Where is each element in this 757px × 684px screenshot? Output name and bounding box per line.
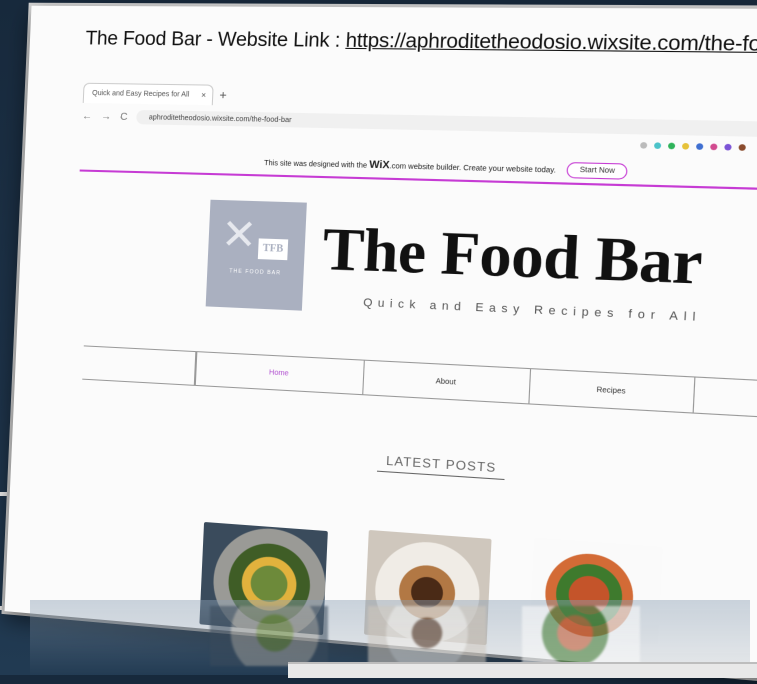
avatar[interactable] — [738, 144, 745, 151]
site-title: The Food Bar — [321, 214, 704, 299]
extension-icon[interactable] — [654, 142, 661, 149]
site-menu: Home About Recipes — [82, 345, 757, 420]
tab-title: Quick and Easy Recipes for All — [92, 90, 189, 99]
section-heading: LATEST POSTS — [377, 453, 506, 480]
extension-icon[interactable] — [682, 143, 689, 150]
extension-icon[interactable] — [668, 143, 675, 150]
caption-label: The Food Bar - Website Link : — [85, 28, 346, 52]
extension-icon[interactable] — [696, 143, 703, 150]
site-logo[interactable]: TFB THE FOOD BAR — [206, 200, 307, 311]
logo-initials: TFB — [258, 238, 288, 260]
browser-tab[interactable]: Quick and Easy Recipes for All × — [83, 83, 214, 105]
caption: The Food Bar - Website Link : https://ap… — [85, 28, 757, 58]
address-text: aphroditetheodosio.wixsite.com/the-food-… — [149, 114, 292, 124]
screenshot-card: The Food Bar - Website Link : https://ap… — [5, 6, 757, 684]
menu-item-recipes[interactable]: Recipes — [529, 369, 695, 412]
nav-row: ← → C aphroditetheodosio.wixsite.com/the… — [82, 105, 757, 143]
address-bar[interactable]: aphroditetheodosio.wixsite.com/the-food-… — [136, 110, 757, 139]
extension-icons — [640, 142, 746, 151]
wix-banner-text-after: .com website builder. Create your websit… — [389, 163, 556, 175]
back-icon[interactable]: ← — [82, 110, 92, 121]
logo-subtitle: THE FOOD BAR — [207, 267, 304, 277]
start-now-button[interactable]: Start Now — [567, 162, 628, 180]
reflection-image — [210, 606, 328, 666]
wix-logo: WiX — [369, 159, 390, 171]
extension-icon[interactable] — [710, 144, 717, 151]
browser-chrome: Quick and Easy Recipes for All × + ← → C… — [84, 83, 757, 94]
wix-banner: This site was designed with the WiX.com … — [80, 145, 757, 192]
wix-banner-text: This site was designed with the — [264, 159, 367, 169]
reflection-image — [522, 606, 640, 666]
extension-icon[interactable] — [640, 142, 647, 149]
bottom-panel-edge — [288, 662, 757, 678]
menu-item-home[interactable]: Home — [195, 352, 365, 394]
forward-icon[interactable]: → — [101, 111, 112, 122]
close-icon[interactable]: × — [201, 91, 206, 100]
extension-icon[interactable] — [724, 144, 731, 151]
reflection-image — [368, 606, 486, 666]
new-tab-icon[interactable]: + — [219, 88, 227, 103]
reload-icon[interactable]: C — [120, 111, 128, 122]
site-link[interactable]: https://aphroditetheodosio.wixsite.com/t… — [345, 30, 757, 57]
site-tagline: Quick and Easy Recipes for All — [363, 297, 702, 324]
menu-spacer — [694, 378, 757, 420]
menu-spacer — [82, 346, 196, 384]
menu-item-about[interactable]: About — [363, 361, 531, 404]
